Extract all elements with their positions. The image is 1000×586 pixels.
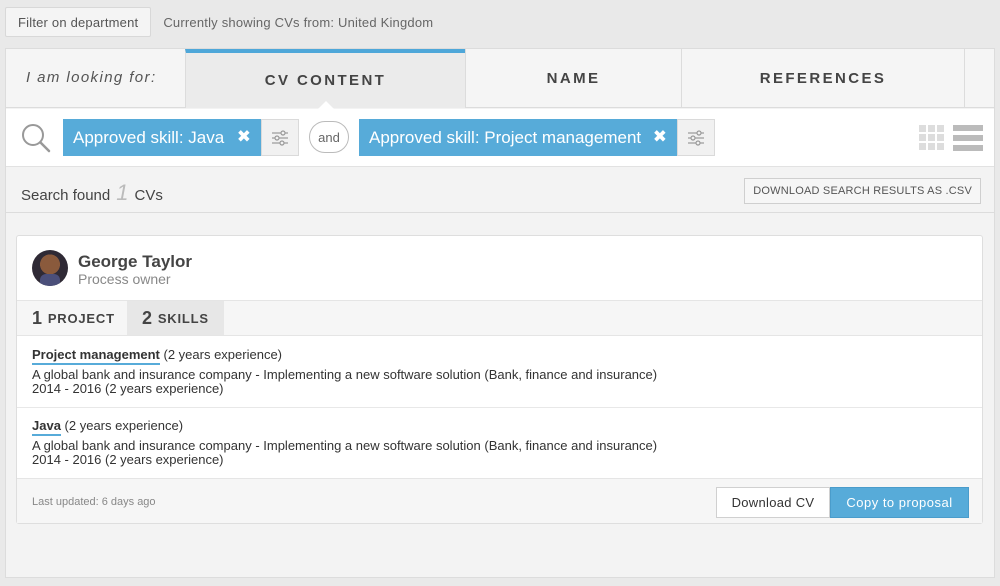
list-view-icon[interactable] <box>953 125 983 151</box>
download-cv-button[interactable]: Download CV <box>716 487 830 518</box>
chip-label: Approved skill: Project management <box>369 127 642 147</box>
close-icon[interactable]: ✖ <box>653 128 667 146</box>
tab-cv-content[interactable]: CV CONTENT <box>185 49 465 109</box>
skill-heading: Java (2 years experience) <box>32 418 184 436</box>
search-criteria-row: Approved skill: Java ✖ and Approved skil… <box>6 109 994 167</box>
search-mode-tabs: I am looking for: CV CONTENT NAME REFERE… <box>6 49 994 109</box>
close-icon[interactable]: ✖ <box>237 128 251 146</box>
search-panel: I am looking for: CV CONTENT NAME REFERE… <box>5 48 995 578</box>
results-count: Search found 1 CVs <box>21 180 163 206</box>
settings-sliders-icon <box>688 129 704 146</box>
tab-projects-label: PROJECT <box>47 310 115 326</box>
results-suffix: CVs <box>134 187 163 204</box>
chip-options-button[interactable] <box>677 119 715 156</box>
download-csv-button[interactable]: DOWNLOAD SEARCH RESULTS AS .CSV <box>744 178 981 204</box>
settings-sliders-icon <box>272 129 288 146</box>
results-summary-row: Search found 1 CVs DOWNLOAD SEARCH RESUL… <box>6 168 994 213</box>
skill-project-detail: A global bank and insurance company - Im… <box>32 438 658 453</box>
current-filter-text: Currently showing CVs from: United Kingd… <box>163 14 434 30</box>
person-name[interactable]: George Taylor <box>78 252 192 272</box>
list-item: Java (2 years experience) A global bank … <box>17 408 982 478</box>
cv-card-footer: Last updated: 6 days ago Download CV Cop… <box>17 478 982 523</box>
search-icon[interactable] <box>20 122 52 154</box>
tab-skills-count: 2 <box>142 307 153 328</box>
tab-references-label: REFERENCES <box>759 70 887 87</box>
tab-references[interactable]: REFERENCES <box>681 49 964 108</box>
skill-name[interactable]: Java <box>32 418 61 436</box>
cv-card-tabs: 1 PROJECT 2 SKILLS <box>17 300 982 336</box>
skill-name[interactable]: Project management <box>32 347 160 365</box>
skill-project-detail: A global bank and insurance company - Im… <box>32 367 658 382</box>
copy-to-proposal-button[interactable]: Copy to proposal <box>830 487 969 518</box>
grid-view-icon[interactable] <box>919 125 945 151</box>
top-filter-bar: Filter on department Currently showing C… <box>5 7 433 37</box>
tab-name-label: NAME <box>546 70 601 87</box>
tab-projects-count: 1 <box>32 307 43 328</box>
tab-skills[interactable]: 2 SKILLS <box>127 301 224 335</box>
chip-label: Approved skill: Java <box>73 127 225 147</box>
results-prefix: Search found <box>21 187 111 204</box>
skill-heading: Project management (2 years experience) <box>32 347 283 365</box>
skill-experience: (2 years experience) <box>64 418 184 433</box>
search-chip-java: Approved skill: Java ✖ <box>63 119 261 156</box>
results-number: 1 <box>116 180 129 205</box>
skill-experience: (2 years experience) <box>163 347 283 362</box>
skill-period: 2014 - 2016 (2 years experience) <box>32 381 224 396</box>
last-updated-text: Last updated: 6 days ago <box>32 496 156 508</box>
tab-skills-label: SKILLS <box>157 310 209 326</box>
filter-department-button[interactable]: Filter on department <box>5 7 152 37</box>
and-operator-toggle[interactable]: and <box>309 121 349 153</box>
list-item: Project management (2 years experience) … <box>17 337 982 408</box>
tab-name[interactable]: NAME <box>465 49 681 108</box>
tab-spacer <box>964 49 994 108</box>
avatar[interactable] <box>32 250 68 286</box>
cv-card: George Taylor Process owner 1 PROJECT 2 … <box>16 235 983 524</box>
skill-period: 2014 - 2016 (2 years experience) <box>32 452 224 467</box>
looking-for-label: I am looking for: <box>26 69 157 86</box>
person-role: Process owner <box>78 271 171 287</box>
chip-options-button[interactable] <box>261 119 299 156</box>
search-chip-project-management: Approved skill: Project management ✖ <box>359 119 677 156</box>
tab-cv-content-label: CV CONTENT <box>264 72 387 89</box>
tab-projects[interactable]: 1 PROJECT <box>17 301 130 335</box>
active-tab-pointer <box>317 101 334 109</box>
